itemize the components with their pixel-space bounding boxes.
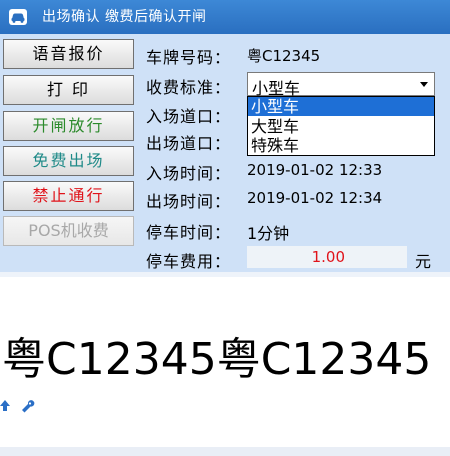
plate-label: 车牌号码： [146, 48, 232, 67]
fee-standard-dropdown: 小型车 大型车 特殊车 [247, 96, 435, 156]
fee-option-large[interactable]: 大型车 [248, 117, 434, 136]
duration-value: 1分钟 [247, 224, 290, 243]
fee-option-small[interactable]: 小型车 [248, 97, 434, 116]
voice-price-button[interactable]: 语音报价 [3, 39, 134, 69]
fee-label: 停车费用： [146, 252, 232, 271]
open-gate-button[interactable]: 开闸放行 [3, 111, 134, 141]
pos-charge-button: POS机收费 [3, 216, 134, 246]
fee-standard-select[interactable]: 小型车 [247, 72, 435, 98]
fee-value: 1.00 [311, 248, 345, 266]
fee-standard-label: 收费标准： [146, 78, 232, 97]
plate-value: 粤C12345 [247, 47, 321, 65]
divider [0, 272, 450, 277]
wrench-icon[interactable] [22, 400, 35, 413]
entry-lane-label: 入场道口： [146, 107, 232, 126]
status-strip [0, 447, 450, 456]
no-passage-button[interactable]: 禁止通行 [3, 181, 134, 211]
window-title: 出场确认 缴费后确认开闸 [42, 9, 207, 25]
toolbar-icons [0, 396, 40, 416]
title-bar: 出场确认 缴费后确认开闸 [0, 0, 450, 34]
up-arrow-icon[interactable] [0, 400, 10, 411]
chevron-down-icon[interactable] [420, 82, 428, 87]
fee-unit: 元 [415, 252, 432, 271]
fee-option-special[interactable]: 特殊车 [248, 136, 434, 155]
free-exit-button[interactable]: 免费出场 [3, 146, 134, 176]
duration-label: 停车时间： [146, 223, 232, 242]
car-icon [9, 9, 27, 25]
exit-time-value: 2019-01-02 12:34 [247, 189, 383, 207]
entry-time-label: 入场时间： [146, 164, 232, 183]
entry-time-value: 2019-01-02 12:33 [247, 161, 383, 179]
plate-display: 粤C12345粤C12345 [2, 334, 432, 385]
exit-lane-label: 出场道口： [146, 134, 232, 153]
print-button[interactable]: 打 印 [3, 75, 134, 105]
exit-time-label: 出场时间： [146, 192, 232, 211]
fee-field: 1.00 [247, 246, 407, 268]
